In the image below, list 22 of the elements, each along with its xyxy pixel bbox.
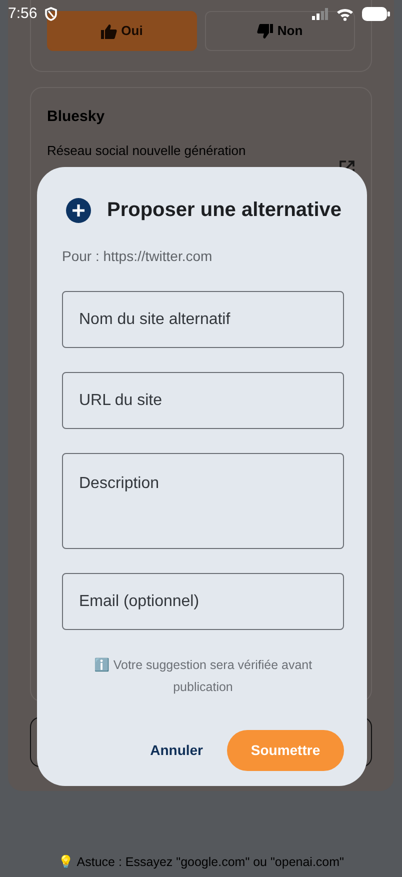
site-title: Bluesky (47, 107, 106, 127)
input-field[interactable]: Email (optionnel) (62, 573, 344, 630)
thumbs-up-icon (101, 24, 118, 38)
thumbs-down-icon (257, 24, 274, 38)
dialog-subtitle: Pour : https://twitter.com (62, 247, 214, 266)
input-field[interactable]: Description (62, 453, 344, 549)
status-time: 7:56 (8, 4, 38, 24)
tip-text: 💡 Astuce : Essayez "google.com" ou "openai.com" (57, 854, 345, 871)
wifi-icon (336, 7, 354, 21)
vote-button[interactable]: Non (205, 11, 355, 51)
info-note: ℹ Votre suggestion sera vérifiée avant publication (92, 656, 314, 696)
submit-button[interactable]: Soumettre (227, 730, 344, 771)
signal-icon (312, 8, 328, 20)
dialog-title: Proposer une alternative (107, 198, 342, 223)
input-field[interactable]: URL du site (62, 372, 344, 429)
cancel-button[interactable]: Annuler (142, 730, 211, 771)
input-field[interactable]: Nom du site alternatif (62, 291, 344, 348)
vote-button[interactable]: Oui (47, 11, 197, 51)
battery-icon (362, 7, 390, 21)
plus-circle-icon (66, 198, 91, 222)
shield-icon (45, 7, 58, 21)
site-description: Réseau social nouvelle génération (47, 142, 247, 160)
